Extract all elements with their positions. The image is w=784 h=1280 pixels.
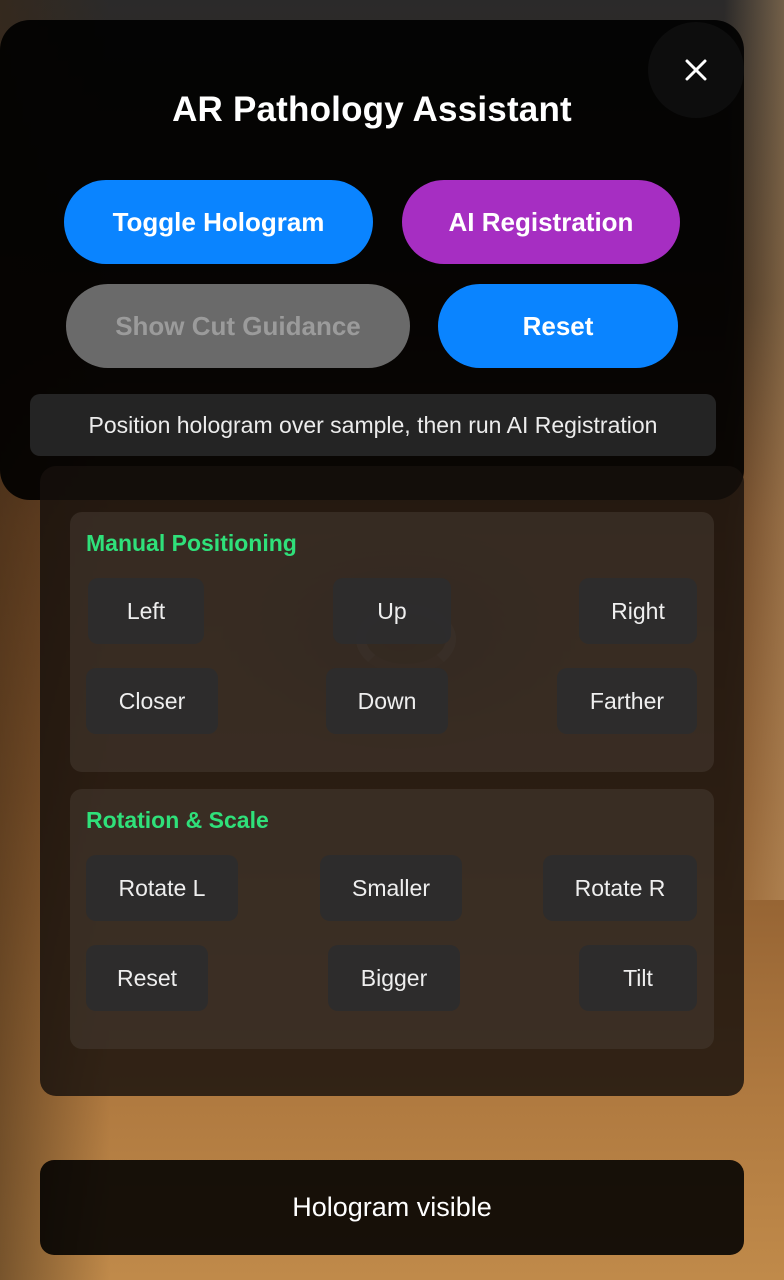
rotate-right-button[interactable]: Rotate R	[543, 855, 697, 921]
right-button[interactable]: Right	[579, 578, 697, 644]
status-bar: Hologram visible	[40, 1160, 744, 1255]
bigger-button[interactable]: Bigger	[328, 945, 460, 1011]
up-button[interactable]: Up	[333, 578, 451, 644]
smaller-button[interactable]: Smaller	[320, 855, 462, 921]
closer-button[interactable]: Closer	[86, 668, 218, 734]
section-title: Rotation & Scale	[86, 807, 269, 833]
reset-transform-button[interactable]: Reset	[86, 945, 208, 1011]
top-panel: AR Pathology Assistant Toggle Hologram A…	[0, 20, 744, 500]
left-button[interactable]: Left	[88, 578, 204, 644]
down-button[interactable]: Down	[326, 668, 448, 734]
tilt-button[interactable]: Tilt	[579, 945, 697, 1011]
section-title: Manual Positioning	[86, 530, 297, 556]
farther-button[interactable]: Farther	[557, 668, 697, 734]
close-icon	[685, 59, 707, 81]
controls-panel: Manual Positioning Left Up Right Closer …	[40, 466, 744, 1096]
rotation-scale-section: Rotation & Scale Rotate L Smaller Rotate…	[70, 789, 714, 1049]
manual-positioning-section: Manual Positioning Left Up Right Closer …	[70, 512, 714, 772]
rotate-left-button[interactable]: Rotate L	[86, 855, 238, 921]
ai-registration-button[interactable]: AI Registration	[402, 180, 680, 264]
page-title: AR Pathology Assistant	[172, 90, 572, 129]
reset-button[interactable]: Reset	[438, 284, 678, 368]
instruction-text: Position hologram over sample, then run …	[30, 394, 716, 456]
show-cut-guidance-button[interactable]: Show Cut Guidance	[66, 284, 410, 368]
toggle-hologram-button[interactable]: Toggle Hologram	[64, 180, 373, 264]
